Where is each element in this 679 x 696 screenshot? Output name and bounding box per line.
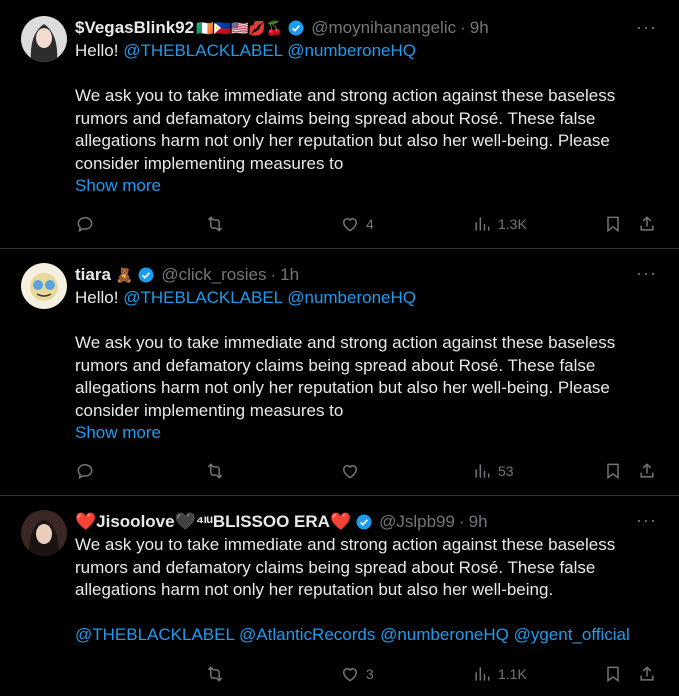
tweet-body: We ask you to take immediate and strong … [75,86,616,173]
views-icon [475,667,490,681]
display-name[interactable]: tiara [75,265,111,285]
view-count: 1.3K [498,216,527,232]
bookmark-icon [607,216,619,233]
tweet-text: Hello! @THEBLACKLABEL @numberoneHQ We as… [75,287,663,422]
bookmark-button[interactable] [603,214,623,234]
like-icon [342,668,358,682]
mention-link[interactable]: @THEBLACKLABEL [123,288,282,307]
avatar[interactable] [21,510,67,556]
display-name[interactable]: $VegasBlink92 [75,18,194,38]
separator-dot: · [270,265,277,284]
bookmark-button[interactable] [603,461,623,481]
retweet-button[interactable] [205,664,225,684]
tweet-body: We ask you to take immediate and strong … [75,535,616,599]
more-icon[interactable]: ··· [636,17,657,38]
more-icon[interactable]: ··· [636,263,657,284]
more-icon[interactable]: ··· [636,510,657,531]
bookmark-button[interactable] [603,664,623,684]
timestamp[interactable]: 1h [280,265,299,285]
share-button[interactable] [637,664,657,684]
mention-link[interactable]: @numberoneHQ [287,41,416,60]
avatar[interactable] [21,16,67,62]
user-handle[interactable]: @Jslpb99 [379,512,455,532]
verified-icon[interactable] [137,266,155,284]
retweet-icon [207,463,223,479]
views-icon [475,217,490,231]
share-icon [640,216,654,231]
display-name[interactable]: ❤️Jisoolove🖤⁴ᶦᵘBLISSOO ERA❤️ [75,512,351,532]
views-button[interactable]: 53 [472,461,514,481]
like-count: 4 [366,216,374,232]
reply-button[interactable] [75,461,95,481]
mention-link[interactable]: @numberoneHQ [287,288,416,307]
action-bar: 53 [75,459,659,483]
greeting-text: Hello! [75,288,124,307]
show-more-link[interactable]: Show more [75,422,663,445]
retweet-icon [207,666,223,682]
retweet-icon [207,216,223,232]
like-button[interactable]: 3 [340,664,374,684]
mention-link[interactable]: @ygent_official [514,625,630,644]
like-icon [342,218,358,232]
retweet-button[interactable] [205,461,225,481]
share-icon [640,666,654,681]
greeting-text: Hello! [75,41,124,60]
user-handle[interactable]: @click_rosies [161,265,266,285]
bookmark-icon [607,463,619,480]
verified-icon[interactable] [355,513,373,531]
verified-icon[interactable] [287,19,305,37]
action-bar: 3 1.1K [75,662,659,686]
like-button[interactable] [340,461,360,481]
user-handle[interactable]: @moynihanangelic [311,18,456,38]
action-bar: 4 1.3K [75,212,659,236]
share-button[interactable] [637,461,657,481]
tweet-text: Hello! @THEBLACKLABEL @numberoneHQ We as… [75,40,663,175]
like-button[interactable]: 4 [340,214,374,234]
separator-dot: · [458,512,465,531]
view-count: 53 [498,463,514,479]
mention-link[interactable]: @AtlanticRecords [239,625,375,644]
tweet-text: We ask you to take immediate and strong … [75,534,663,647]
views-icon [475,464,490,478]
reply-button[interactable] [75,214,95,234]
like-icon [342,465,358,479]
show-more-link[interactable]: Show more [75,175,663,198]
name-emoji: 🇮🇪🇵🇭🇺🇸💋🍒 [196,19,284,36]
separator-dot: · [460,18,466,37]
retweet-button[interactable] [205,214,225,234]
avatar[interactable] [21,263,67,309]
tweet-card[interactable]: ❤️Jisoolove🖤⁴ᶦᵘBLISSOO ERA❤️ @Jslpb99 · … [0,496,679,696]
timestamp[interactable]: 9h [469,512,488,532]
name-emoji: 🧸 [115,266,134,283]
tweet-card[interactable]: $VegasBlink92 🇮🇪🇵🇭🇺🇸💋🍒 @moynihanangelic … [0,0,679,249]
views-button[interactable]: 1.3K [472,214,527,234]
timestamp[interactable]: 9h [470,18,489,38]
share-button[interactable] [637,214,657,234]
bookmark-icon [607,666,619,683]
views-button[interactable]: 1.1K [472,664,527,684]
view-count: 1.1K [498,666,527,682]
share-icon [640,463,654,478]
tweet-card[interactable]: tiara 🧸 @click_rosies · 1h Hello! @THEBL… [0,249,679,496]
reply-icon [77,216,93,233]
tweet-body: We ask you to take immediate and strong … [75,333,616,420]
mention-link[interactable]: @THEBLACKLABEL [75,625,234,644]
like-count: 3 [366,666,374,682]
mention-link[interactable]: @numberoneHQ [380,625,509,644]
reply-icon [77,463,93,480]
mention-link[interactable]: @THEBLACKLABEL [123,41,282,60]
